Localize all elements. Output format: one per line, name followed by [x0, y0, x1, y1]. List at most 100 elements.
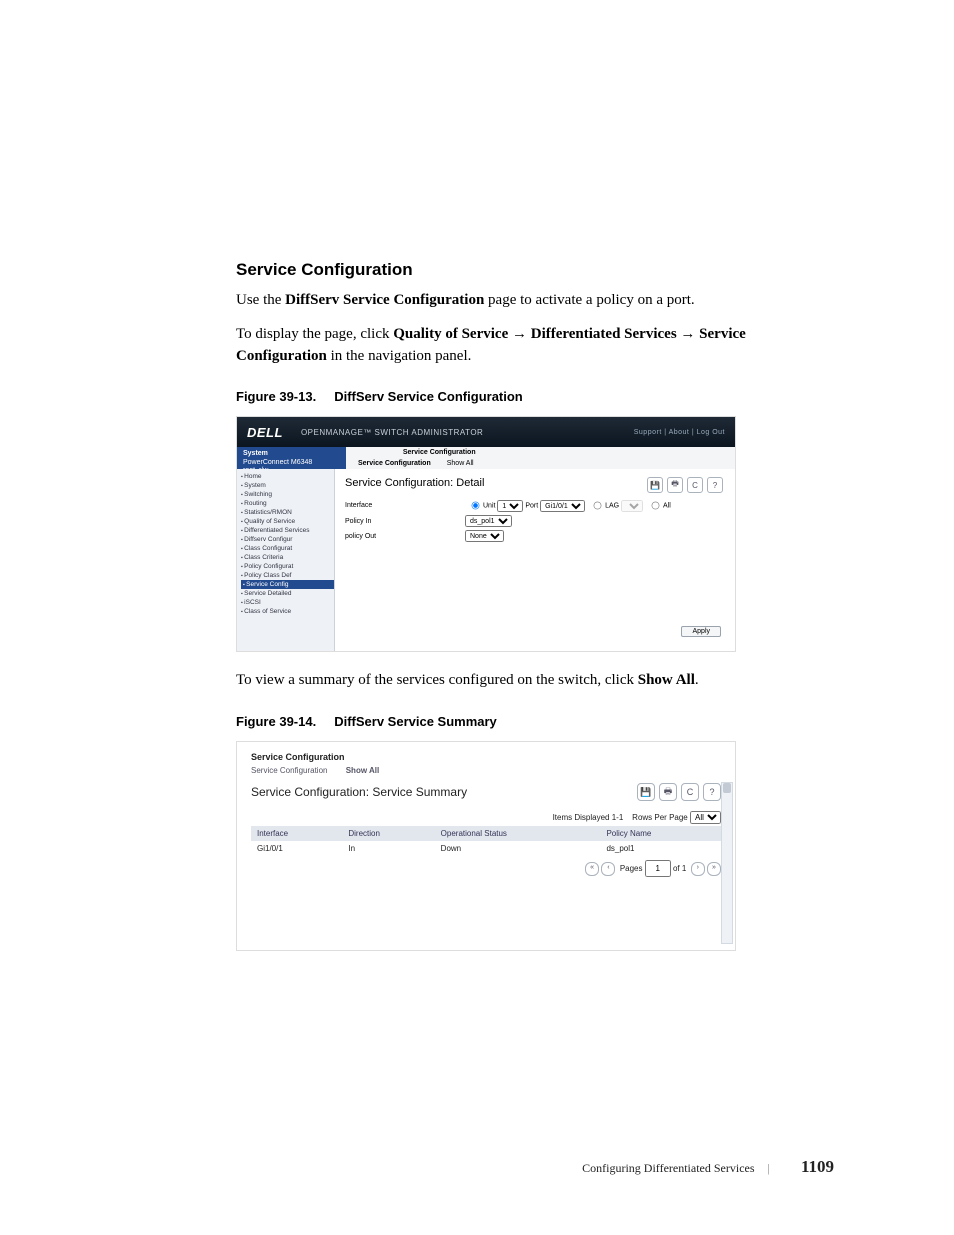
- p1-pre: Use the: [236, 292, 285, 308]
- summary-table: Interface Direction Operational Status P…: [251, 826, 721, 856]
- p2-arr2: →: [677, 326, 700, 342]
- device-info: System PowerConnect M6348 root, r/w: [237, 447, 346, 469]
- pager-of: of 1: [673, 864, 686, 873]
- pager-last-icon[interactable]: »: [707, 862, 721, 876]
- s2-subtab-config[interactable]: Service Configuration: [251, 766, 327, 775]
- app-title: OPENMANAGE™ SWITCH ADMINISTRATOR: [301, 428, 483, 437]
- s2-tab-main[interactable]: Service Configuration: [251, 752, 345, 762]
- select-port[interactable]: Gi1/0/1: [540, 500, 585, 512]
- nav-item[interactable]: Service Detailed: [241, 589, 334, 598]
- nav-item[interactable]: Switching: [241, 490, 334, 499]
- subtab-showall[interactable]: Show All: [439, 458, 482, 469]
- radio-lag[interactable]: [594, 502, 602, 510]
- nav-item[interactable]: Differentiated Services: [241, 526, 334, 535]
- nav-item[interactable]: Statistics/RMON: [241, 508, 334, 517]
- col-interface[interactable]: Interface: [251, 826, 342, 841]
- refresh-icon[interactable]: C: [687, 477, 703, 493]
- nav-item[interactable]: Home: [241, 472, 334, 481]
- paragraph-intro: Use the DiffServ Service Configuration p…: [236, 290, 834, 312]
- select-unit[interactable]: 1: [497, 500, 523, 512]
- nav-item[interactable]: Class of Service: [241, 607, 334, 616]
- rows-per-page-select[interactable]: All: [690, 811, 721, 824]
- select-policy-out[interactable]: None: [465, 530, 504, 542]
- app-topbar: DELL OPENMANAGE™ SWITCH ADMINISTRATOR Su…: [237, 417, 735, 447]
- col-direction[interactable]: Direction: [342, 826, 434, 841]
- bt-bold: Show All: [638, 672, 695, 688]
- detail-panel: 💾 🖶 C ? Service Configuration: Detail In…: [335, 469, 735, 651]
- row-interface: Interface Unit 1 Port Gi1/0/1 LAG All: [345, 499, 725, 512]
- nav-item[interactable]: Routing: [241, 499, 334, 508]
- footer-chapter: Configuring Differentiated Services: [582, 1161, 754, 1175]
- dell-logo: DELL: [247, 425, 283, 440]
- nav-item[interactable]: Class Criteria: [241, 553, 334, 562]
- apply-button[interactable]: Apply: [681, 626, 721, 637]
- items-displayed: Items Displayed 1-1: [553, 813, 624, 822]
- nav-item[interactable]: Policy Configurat: [241, 562, 334, 571]
- col-opstatus[interactable]: Operational Status: [435, 826, 601, 841]
- pager-prev-icon[interactable]: ‹: [601, 862, 615, 876]
- label-policy-in: Policy In: [345, 518, 465, 525]
- topbar-links[interactable]: Support | About | Log Out: [634, 429, 725, 436]
- label-unit: Unit: [483, 503, 495, 510]
- cell-opstatus: Down: [435, 841, 601, 856]
- device-system: System: [243, 450, 340, 458]
- select-policy-in[interactable]: ds_pol1: [465, 515, 512, 527]
- fig2-num: Figure 39-14.: [236, 714, 316, 729]
- subtab-config[interactable]: Service Configuration: [350, 458, 439, 469]
- panel-toolbar: 💾 🖶 C ?: [647, 477, 723, 493]
- label-all: All: [663, 503, 671, 510]
- nav-item[interactable]: Quality of Service: [241, 517, 334, 526]
- nav-item[interactable]: Policy Class Def: [241, 571, 334, 580]
- screenshot-detail: DELL OPENMANAGE™ SWITCH ADMINISTRATOR Su…: [236, 416, 736, 652]
- label-lag: LAG: [605, 503, 619, 510]
- page-footer: Configuring Differentiated Services | 11…: [582, 1157, 834, 1177]
- fig1-title: DiffServ Service Configuration: [334, 389, 523, 404]
- table-row: Gi1/0/1 In Down ds_pol1: [251, 841, 721, 856]
- cell-direction: In: [342, 841, 434, 856]
- screenshot-summary: Service Configuration Service Configurat…: [236, 741, 736, 951]
- nav-item[interactable]: Class Configurat: [241, 544, 334, 553]
- print-icon[interactable]: 🖶: [659, 783, 677, 801]
- bt-post: .: [695, 672, 699, 688]
- label-port: Port: [525, 503, 538, 510]
- nav-item[interactable]: Service Config: [241, 580, 334, 589]
- col-policyname[interactable]: Policy Name: [600, 826, 721, 841]
- paragraph-between: To view a summary of the services config…: [236, 670, 834, 692]
- scrollbar[interactable]: [721, 782, 733, 944]
- label-policy-out: policy Out: [345, 533, 465, 540]
- nav-item[interactable]: System: [241, 481, 334, 490]
- save-icon[interactable]: 💾: [637, 783, 655, 801]
- nav-item[interactable]: Diffserv Configur: [241, 535, 334, 544]
- scrollbar-thumb[interactable]: [723, 783, 731, 793]
- help-icon[interactable]: ?: [707, 477, 723, 493]
- s2-subtab-showall[interactable]: Show All: [346, 766, 379, 775]
- row-policy-out: policy Out None: [345, 530, 725, 542]
- s2-panel-title: Service Configuration: Service Summary: [251, 785, 467, 799]
- nav-item[interactable]: iSCSI: [241, 598, 334, 607]
- pager-label: Pages: [620, 864, 643, 873]
- row-policy-in: Policy In ds_pol1: [345, 515, 725, 527]
- nav-tree[interactable]: HomeSystemSwitchingRoutingStatistics/RMO…: [237, 469, 335, 651]
- tab-main[interactable]: Service Configuration: [397, 447, 482, 458]
- refresh-icon[interactable]: C: [681, 783, 699, 801]
- radio-unit[interactable]: [472, 502, 480, 510]
- pager-first-icon[interactable]: «: [585, 862, 599, 876]
- fig1-num: Figure 39-13.: [236, 389, 316, 404]
- radio-all[interactable]: [652, 502, 660, 510]
- fig2-title: DiffServ Service Summary: [334, 714, 497, 729]
- print-icon[interactable]: 🖶: [667, 477, 683, 493]
- paragraph-navpath: To display the page, click Quality of Se…: [236, 324, 834, 368]
- footer-page-number: 1109: [801, 1157, 834, 1176]
- header-strip: System PowerConnect M6348 root, r/w Serv…: [237, 447, 735, 469]
- cell-interface: Gi1/0/1: [251, 841, 342, 856]
- label-interface: Interface: [345, 502, 465, 509]
- pager-page-input[interactable]: [645, 860, 671, 877]
- help-icon[interactable]: ?: [703, 783, 721, 801]
- pager-next-icon[interactable]: ›: [691, 862, 705, 876]
- p2-arr1: →: [508, 326, 531, 342]
- p2-post: in the navigation panel.: [327, 348, 472, 364]
- p2-b2: Differentiated Services: [531, 326, 677, 342]
- p1-bold: DiffServ Service Configuration: [285, 292, 484, 308]
- figure-caption-1: Figure 39-13. DiffServ Service Configurat…: [236, 389, 834, 404]
- save-icon[interactable]: 💾: [647, 477, 663, 493]
